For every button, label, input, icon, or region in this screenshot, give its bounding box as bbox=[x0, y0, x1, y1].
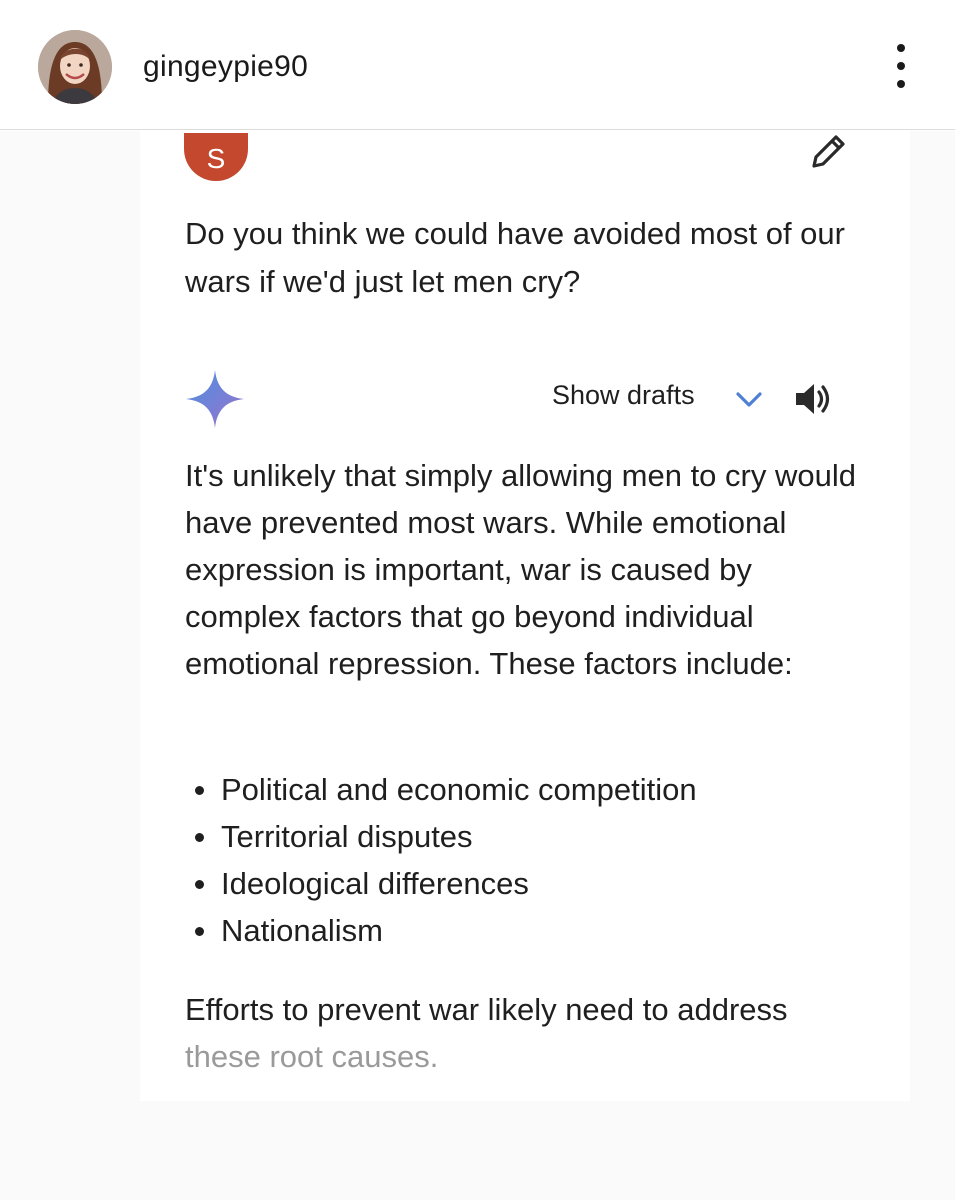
more-vertical-icon[interactable] bbox=[890, 44, 912, 88]
closing-faded: these root causes. bbox=[185, 1039, 439, 1074]
user-initial: S bbox=[206, 143, 226, 174]
show-drafts-button[interactable]: Show drafts bbox=[552, 380, 695, 411]
closing-main: Efforts to prevent war likely need to ad… bbox=[185, 992, 788, 1027]
user-question: Do you think we could have avoided most … bbox=[185, 216, 845, 299]
list-item: Political and economic competition bbox=[185, 766, 875, 813]
assistant-answer: It's unlikely that simply allowing men t… bbox=[185, 452, 875, 687]
list-item: Territorial disputes bbox=[185, 813, 875, 860]
post-header: gingeypie90 bbox=[0, 0, 955, 130]
chevron-down-icon[interactable] bbox=[734, 386, 764, 412]
answer-intro: It's unlikely that simply allowing men t… bbox=[185, 458, 856, 681]
factor-list: Political and economic competition Terri… bbox=[185, 766, 875, 954]
edit-pencil-icon[interactable] bbox=[806, 130, 850, 174]
profile-photo-icon bbox=[38, 30, 112, 104]
list-item: Nationalism bbox=[185, 907, 875, 954]
more-dot bbox=[897, 62, 905, 70]
more-dot bbox=[897, 44, 905, 52]
username[interactable]: gingeypie90 bbox=[143, 50, 308, 84]
gemini-sparkle-icon bbox=[186, 370, 244, 428]
list-item: Ideological differences bbox=[185, 860, 875, 907]
speaker-icon[interactable] bbox=[792, 378, 834, 420]
more-dot bbox=[897, 80, 905, 88]
avatar[interactable] bbox=[38, 30, 112, 104]
answer-closing: Efforts to prevent war likely need to ad… bbox=[185, 986, 875, 1080]
